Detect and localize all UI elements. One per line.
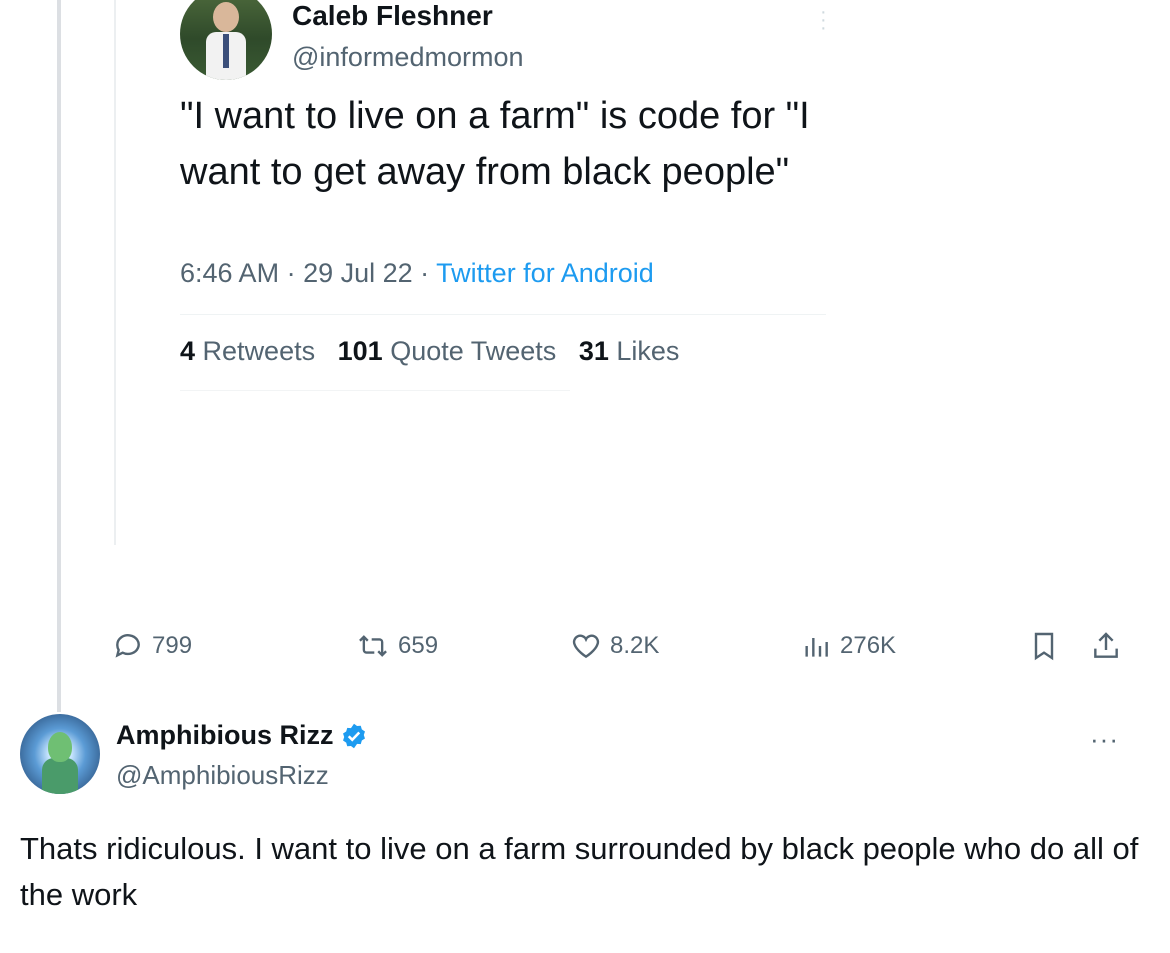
repost-button[interactable]: 659 xyxy=(356,630,438,662)
likes-stat[interactable]: 31 Likes xyxy=(579,336,680,366)
more-options-icon[interactable]: ··· xyxy=(1090,724,1119,755)
quoted-tweet-screenshot: Caleb Fleshner @informedmormon · · · "I wa… xyxy=(114,0,1134,610)
quote-tweets-stat[interactable]: 101 Quote Tweets xyxy=(338,336,557,366)
quoted-author-avatar[interactable] xyxy=(180,0,272,80)
share-button[interactable] xyxy=(1090,630,1122,662)
bookmark-icon xyxy=(1034,632,1054,661)
quoted-author-handle[interactable]: @informedmormon xyxy=(292,42,523,73)
thread-connector-line xyxy=(57,0,61,712)
share-icon xyxy=(1094,632,1118,658)
meta-separator: · xyxy=(279,258,304,288)
quoted-tweet-date[interactable]: 29 Jul 22 xyxy=(303,258,413,288)
divider xyxy=(180,390,570,391)
quoted-tweet-text: "I want to live on a farm" is code for "… xyxy=(180,95,810,193)
views-button[interactable]: 276K xyxy=(800,630,896,662)
tweet-action-bar: 799 659 8.2K 276K xyxy=(0,630,1170,674)
quoted-tweet-time[interactable]: 6:46 AM xyxy=(180,258,279,288)
verified-badge-icon xyxy=(342,723,365,748)
retweets-stat[interactable]: 4 Retweets xyxy=(180,336,315,366)
repost-count: 659 xyxy=(398,632,439,659)
bookmark-button[interactable] xyxy=(1028,630,1060,662)
like-button[interactable]: 8.2K xyxy=(570,630,659,662)
reply-count: 799 xyxy=(152,632,193,659)
reply-icon xyxy=(115,634,140,658)
analytics-icon xyxy=(805,638,828,657)
quoted-author-name[interactable]: Caleb Fleshner xyxy=(292,0,493,32)
reply-author-avatar[interactable] xyxy=(20,714,100,794)
more-options-icon[interactable]: ··· xyxy=(820,2,827,38)
quoted-tweet-meta: 6:46 AM · 29 Jul 22 · Twitter for Androi… xyxy=(180,258,654,289)
heart-icon xyxy=(572,634,600,659)
quoted-tweet-source[interactable]: Twitter for Android xyxy=(436,258,654,288)
repost-icon xyxy=(359,635,387,657)
reply-tweet-text: Thats ridiculous. I want to live on a fa… xyxy=(20,831,1139,912)
reply-author-name-row[interactable]: Amphibious Rizz xyxy=(116,720,368,751)
meta-separator: · xyxy=(412,258,437,288)
quoted-tweet-stats: 4 Retweets 101 Quote Tweets 31 Likes xyxy=(180,336,679,367)
reply-author-handle[interactable]: @AmphibiousRizz xyxy=(116,760,329,791)
quoted-tweet-border xyxy=(114,0,116,545)
like-count: 8.2K xyxy=(610,632,660,659)
reply-author-name[interactable]: Amphibious Rizz xyxy=(116,720,334,751)
views-count: 276K xyxy=(840,632,897,659)
divider xyxy=(180,314,826,315)
reply-button[interactable]: 799 xyxy=(112,630,192,662)
